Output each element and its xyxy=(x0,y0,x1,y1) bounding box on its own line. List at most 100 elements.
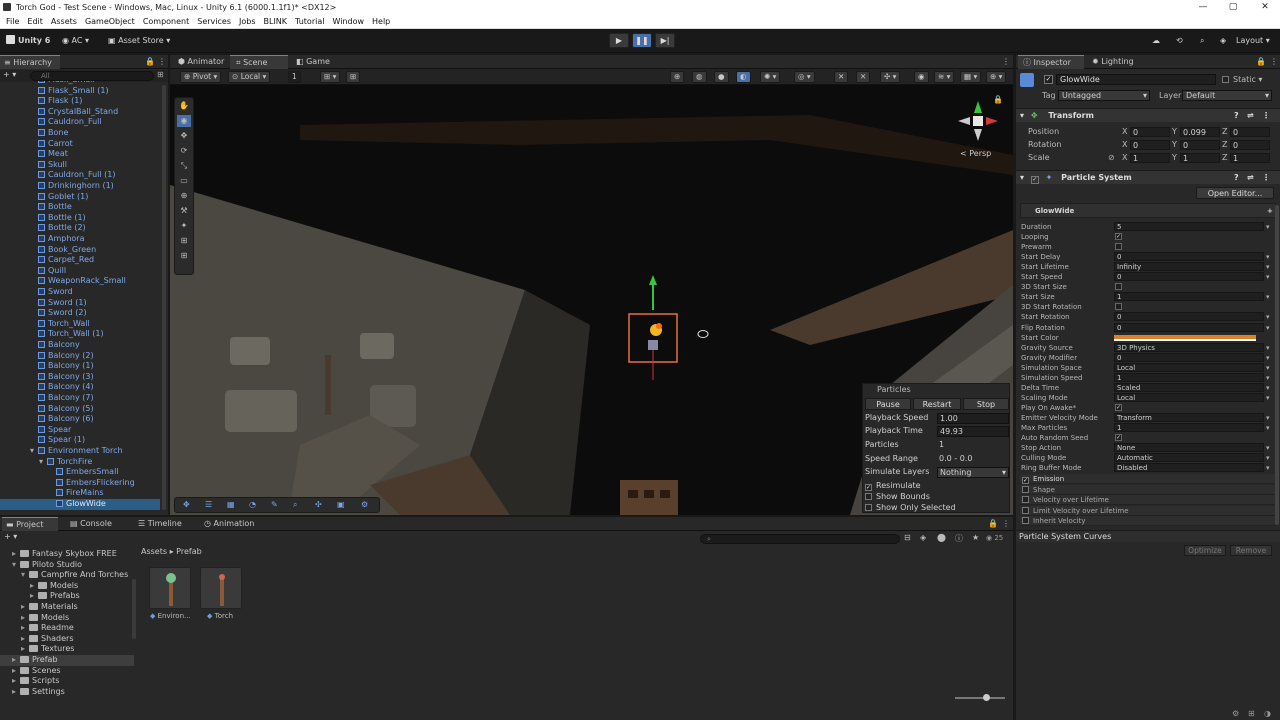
hierarchy-item[interactable]: Flask_Small (1) xyxy=(0,86,160,97)
hierarchy-item[interactable]: Carrot xyxy=(0,139,160,150)
hierarchy-item[interactable]: Balcony (2) xyxy=(0,351,160,362)
project-folder-item[interactable]: ▾ Campfire And Torches xyxy=(0,570,134,581)
dropdown-arrow-icon[interactable]: ▾ xyxy=(1266,252,1270,262)
show-bounds-checkbox[interactable] xyxy=(865,493,872,500)
constrain-proportions-icon[interactable]: ⊘ xyxy=(1108,153,1115,162)
hierarchy-item[interactable]: Bottle (1) xyxy=(0,213,160,224)
project-folder-item[interactable]: ▸ Prefab xyxy=(0,655,134,666)
foldout-icon[interactable]: ▸ xyxy=(21,602,29,613)
menu-gameobject[interactable]: GameObject xyxy=(85,17,135,26)
project-folder-item[interactable]: ▸ Readme xyxy=(0,623,134,634)
shaded-icon[interactable]: ● xyxy=(714,71,729,83)
overlay-expand-icon[interactable]: ✣ xyxy=(315,500,322,509)
search-icon[interactable]: ⌕ xyxy=(1200,34,1204,48)
menu-file[interactable]: File xyxy=(6,17,19,26)
lock-icon[interactable]: 🔒 xyxy=(145,55,155,69)
overlay-grid-icon[interactable]: ▦ xyxy=(227,500,235,509)
dropdown-arrow-icon[interactable]: ▾ xyxy=(1266,373,1270,383)
project-folder-item[interactable]: ▸ Scenes xyxy=(0,666,134,677)
add-module-icon[interactable]: + xyxy=(1267,204,1273,218)
hierarchy-item[interactable]: Drinkinghorn (1) xyxy=(0,181,160,192)
hierarchy-item[interactable]: Spear (1) xyxy=(0,435,160,446)
asset-torch[interactable] xyxy=(200,567,242,609)
menu-component[interactable]: Component xyxy=(143,17,189,26)
transform-header[interactable]: ▾ ✥ Transform ? ⇌ ⋮ xyxy=(1016,108,1280,122)
layers-icon[interactable]: ◈ xyxy=(1220,34,1226,48)
dropdown-arrow-icon[interactable]: ▾ xyxy=(1266,353,1270,363)
hierarchy-item[interactable]: Meat xyxy=(0,149,160,160)
search-filter-icon[interactable]: ⊞ xyxy=(157,70,164,79)
orientation-gizmo[interactable] xyxy=(954,97,1002,145)
inspector-lock-icon[interactable]: 🔒 xyxy=(1256,55,1266,69)
axis-label-x[interactable]: X xyxy=(1122,140,1127,149)
hierarchy-item[interactable]: Quill xyxy=(0,266,160,277)
tab-animation[interactable]: ◷ Animation xyxy=(200,517,270,531)
overlay-rotate-icon[interactable]: ◔ xyxy=(249,500,256,509)
hierarchy-item[interactable]: Sword (2) xyxy=(0,308,160,319)
enable-component-checkbox[interactable]: ✓ xyxy=(1030,176,1039,184)
view-center-icon[interactable]: ⊕ xyxy=(670,71,685,83)
transform-y-field[interactable]: 0.099 xyxy=(1180,127,1220,137)
particle-tool-icon[interactable]: ✦ xyxy=(177,220,191,232)
dropdown-arrow-icon[interactable]: ▾ xyxy=(1266,413,1270,423)
hierarchy-item[interactable]: CrystalBall_Stand xyxy=(0,107,160,118)
particle-field-value[interactable]: None xyxy=(1114,443,1264,453)
particle-field-value[interactable]: Disabled xyxy=(1114,463,1264,473)
module-row[interactable]: Inherit Velocity xyxy=(1020,516,1276,527)
start-color-swatch[interactable] xyxy=(1114,334,1256,341)
project-folder-item[interactable]: ▸ Shaders xyxy=(0,634,134,645)
close-icon[interactable]: ✕ xyxy=(1250,0,1280,14)
dropdown-arrow-icon[interactable]: ▾ xyxy=(1266,343,1270,353)
particle-field-value[interactable]: Automatic xyxy=(1114,453,1264,463)
hierarchy-item[interactable]: WeaponRack_Small xyxy=(0,276,160,287)
tab-game[interactable]: ◧ Game xyxy=(292,55,340,69)
transform-tool-icon[interactable]: ⊕ xyxy=(177,190,191,202)
particle-field-value[interactable]: Local xyxy=(1114,392,1264,402)
playback-speed-field[interactable]: 1.00 xyxy=(937,413,1009,424)
particle-field-value[interactable]: 0 xyxy=(1114,252,1264,262)
project-search-input[interactable]: ⌕ xyxy=(700,534,900,544)
open-editor-button[interactable]: Open Editor... xyxy=(1196,187,1274,199)
object-name-field[interactable]: GlowWide xyxy=(1056,74,1216,85)
filter-type-icon[interactable]: ⊟ xyxy=(904,533,911,542)
axis-label-y[interactable]: Y xyxy=(1172,140,1177,149)
gizmos-icon[interactable]: ⊕ ▾ xyxy=(986,71,1007,83)
tab-animator[interactable]: ⬢ Animator xyxy=(174,55,226,69)
add-button[interactable]: + ▾ xyxy=(3,70,16,79)
breadcrumb-assets[interactable]: Assets xyxy=(141,547,167,556)
fx-icon[interactable]: ✕ xyxy=(856,71,871,83)
custom-tool-icon[interactable]: ⚒ xyxy=(177,205,191,217)
axis-label-x[interactable]: X xyxy=(1122,127,1127,136)
hierarchy-item[interactable]: Bone xyxy=(0,128,160,139)
show-bounds-toggle[interactable]: Show Bounds xyxy=(865,492,930,501)
hierarchy-item[interactable]: Cauldron_Full (1) xyxy=(0,170,160,181)
grid-snap-icon[interactable]: ⊞ ▾ xyxy=(320,71,341,83)
foldout-icon[interactable]: ▸ xyxy=(21,634,29,645)
foldout-icon[interactable]: ▸ xyxy=(12,655,20,666)
project-folder-item[interactable]: ▸ Textures xyxy=(0,644,134,655)
remove-button[interactable]: Remove xyxy=(1230,545,1272,556)
resimulate-toggle[interactable]: ✓ Resimulate xyxy=(865,481,921,491)
transform-x-field[interactable]: 0 xyxy=(1130,140,1170,150)
tab-console[interactable]: ▤ Console xyxy=(66,517,126,531)
shaded-wire-icon[interactable]: ◐ xyxy=(736,71,751,83)
scene-lock-icon[interactable]: 🔒 xyxy=(993,95,1003,104)
hierarchy-item[interactable]: Spear xyxy=(0,425,160,436)
hierarchy-item[interactable]: Sword xyxy=(0,287,160,298)
particle-field-value[interactable]: Infinity xyxy=(1114,262,1264,272)
gizmo-tools-icon[interactable]: ✣ ▾ xyxy=(880,71,901,83)
account-button[interactable]: ◉ AC ▾ xyxy=(62,34,89,48)
foldout-icon[interactable]: ▸ xyxy=(12,676,20,687)
hand-tool-icon[interactable]: ✋ xyxy=(177,100,191,112)
restart-particles-button[interactable]: Restart xyxy=(913,398,961,410)
overlay-settings-icon[interactable]: ⚙ xyxy=(361,500,368,509)
history-icon[interactable]: ⟲ xyxy=(1176,34,1183,48)
help-icon[interactable]: ? xyxy=(1234,109,1239,123)
hierarchy-item[interactable]: Bottle (2) xyxy=(0,223,160,234)
hierarchy-item[interactable]: EmbersSmall xyxy=(0,467,160,478)
render-mode-icon[interactable]: ▦ ▾ xyxy=(960,71,982,83)
tab-timeline[interactable]: ☰ Timeline xyxy=(134,517,194,531)
scale-tool-icon[interactable]: ⤡ xyxy=(177,160,191,172)
hierarchy-item[interactable]: Balcony (3) xyxy=(0,372,160,383)
overlay-search-icon[interactable]: ⌕ xyxy=(293,500,297,510)
